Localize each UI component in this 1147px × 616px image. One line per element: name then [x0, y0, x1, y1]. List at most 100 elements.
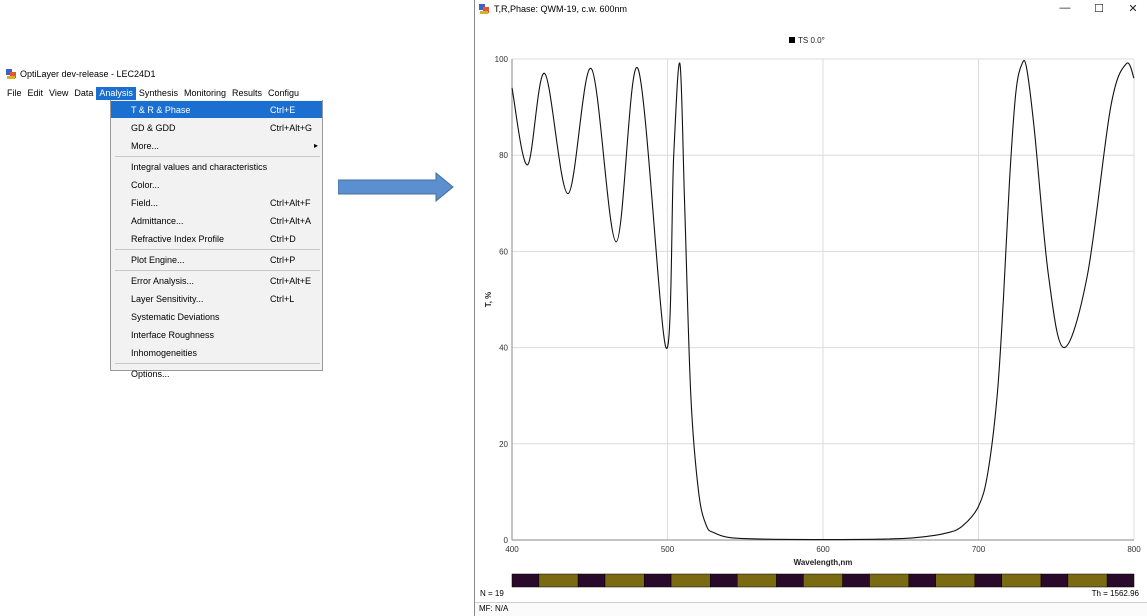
menu-separator	[115, 156, 320, 157]
menu-item-systematic-deviations[interactable]: Systematic Deviations	[111, 308, 322, 325]
x-tick-label: 500	[661, 545, 675, 554]
menu-item-label: Integral values and characteristics	[131, 161, 268, 172]
layer-low-index	[842, 573, 870, 588]
menu-item-inhomogeneities[interactable]: Inhomogeneities	[111, 344, 322, 361]
menu-file[interactable]: File	[4, 87, 25, 100]
merit-function-status: MF: N/A	[479, 604, 509, 613]
layer-low-index	[1106, 573, 1135, 588]
menu-item-label: Refractive Index Profile	[131, 233, 225, 244]
menu-edit[interactable]: Edit	[25, 87, 47, 100]
layer-high-index	[538, 573, 579, 588]
menu-item-label: T & R & Phase	[131, 104, 191, 115]
layer-low-index	[710, 573, 738, 588]
layer-count: N = 19	[480, 589, 504, 598]
menu-item-shortcut: Ctrl+Alt+F	[270, 197, 311, 208]
layer-low-index	[776, 573, 804, 588]
menu-item-shortcut: Ctrl+E	[270, 104, 296, 115]
layer-low-index	[974, 573, 1002, 588]
total-thickness: Th = 1562.96	[1091, 589, 1139, 598]
layer-low-index	[1040, 573, 1069, 588]
menu-item-gd-gdd[interactable]: GD & GDD Ctrl+Alt+G	[111, 119, 322, 136]
menu-item-label: Interface Roughness	[131, 329, 215, 340]
legend-swatch	[789, 37, 795, 43]
menu-separator	[115, 270, 320, 271]
analysis-menu: T & R & Phase Ctrl+E GD & GDD Ctrl+Alt+G Mor…	[110, 100, 323, 379]
plot-area: 400 500 600 700 800 0 20 40 60 80 100 Wavelength,nm…	[484, 36, 1141, 588]
menu-item-color[interactable]: Color...	[111, 176, 322, 193]
menu-item-refractive-index-profile[interactable]: Refractive Index Profile Ctrl+D	[111, 230, 322, 247]
y-tick-label: 60	[499, 247, 508, 256]
menu-item-label: Inhomogeneities	[131, 347, 198, 358]
layer-high-index	[1067, 573, 1108, 588]
status-bar: MF: N/A	[475, 602, 1147, 616]
menu-monitoring[interactable]: Monitoring	[181, 87, 229, 100]
menu-configu[interactable]: Configu	[265, 87, 302, 100]
plot-window-title: T,R,Phase: QWM-19, c.w. 600nm	[494, 4, 628, 14]
menu-item-shortcut: Ctrl+P	[270, 254, 296, 265]
menu-separator	[115, 363, 320, 364]
menu-analysis[interactable]: Analysis	[96, 87, 136, 100]
optilayer-logo-icon	[479, 4, 489, 14]
menu-item-shortcut: Ctrl+Alt+A	[270, 215, 312, 226]
menu-item-t-r-phase[interactable]: T & R & Phase Ctrl+E	[111, 101, 322, 118]
menu-item-label: More...	[131, 140, 160, 151]
window-controls: — ☐ ✕	[1059, 2, 1139, 15]
menu-item-integral-values-and-characteristics[interactable]: Integral values and characteristics	[111, 158, 322, 175]
menu-item-label: Color...	[131, 179, 160, 190]
menu-item-label: Error Analysis...	[131, 275, 195, 286]
y-tick-label: 0	[504, 536, 509, 545]
menu-view[interactable]: View	[46, 87, 71, 100]
menu-item-shortcut: Ctrl+Alt+E	[270, 275, 312, 286]
menu-item-label: Admittance...	[131, 215, 184, 226]
menu-synthesis[interactable]: Synthesis	[136, 87, 181, 100]
menu-item-label: Layer Sensitivity...	[131, 293, 204, 304]
menu-separator	[115, 249, 320, 250]
menu-data[interactable]: Data	[71, 87, 96, 100]
x-tick-label: 800	[1127, 545, 1141, 554]
close-icon[interactable]: ✕	[1127, 2, 1139, 15]
x-tick-label: 700	[972, 545, 986, 554]
layer-high-index	[670, 573, 711, 588]
app-title: OptiLayer dev-release - LEC24D1	[20, 69, 156, 79]
x-tick-label: 600	[816, 545, 830, 554]
menu-item-field[interactable]: Field... Ctrl+Alt+F	[111, 194, 322, 211]
menu-item-more[interactable]: More... ▸	[111, 137, 322, 154]
menu-item-shortcut: Ctrl+Alt+G	[270, 122, 313, 133]
y-axis-label: T, %	[484, 292, 493, 308]
x-axis-label: Wavelength,nm	[794, 558, 853, 567]
layer-high-index	[935, 573, 976, 588]
menu-item-options[interactable]: Options...	[111, 365, 322, 382]
layer-low-index	[577, 573, 606, 588]
layer-high-index	[604, 573, 645, 588]
maximize-icon[interactable]: ☐	[1093, 2, 1105, 15]
menu-item-error-analysis[interactable]: Error Analysis... Ctrl+Alt+E	[111, 272, 322, 289]
plot-window-titlebar: T,R,Phase: QWM-19, c.w. 600nm	[479, 4, 627, 14]
menu-item-plot-engine[interactable]: Plot Engine... Ctrl+P	[111, 251, 322, 268]
app-titlebar: OptiLayer dev-release - LEC24D1	[6, 68, 156, 80]
menu-item-admittance[interactable]: Admittance... Ctrl+Alt+A	[111, 212, 322, 229]
y-tick-label: 40	[499, 344, 508, 353]
legend-label: TS 0.0°	[798, 36, 825, 45]
menu-item-label: GD & GDD	[131, 122, 176, 133]
layer-high-index	[736, 573, 777, 588]
y-tick-label: 80	[499, 151, 508, 160]
minimize-icon[interactable]: —	[1059, 2, 1071, 15]
menu-item-label: Systematic Deviations	[131, 311, 220, 322]
layer-low-index	[511, 573, 540, 588]
submenu-arrow-icon: ▸	[313, 141, 318, 150]
menu-item-shortcut: Ctrl+L	[270, 293, 295, 304]
layer-high-index	[803, 573, 843, 588]
menu-results[interactable]: Results	[229, 87, 265, 100]
menu-item-interface-roughness[interactable]: Interface Roughness	[111, 326, 322, 343]
menu-item-shortcut: Ctrl+D	[270, 233, 296, 244]
menu-item-layer-sensitivity[interactable]: Layer Sensitivity... Ctrl+L	[111, 290, 322, 307]
optilayer-logo-icon	[6, 69, 16, 79]
menu-item-label: Field...	[131, 197, 159, 208]
layer-low-index	[644, 573, 672, 588]
x-tick-label: 400	[505, 545, 519, 554]
menubar: File Edit View Data Analysis Synthesis Monitor…	[4, 87, 324, 100]
menu-item-label: Plot Engine...	[131, 254, 185, 265]
plot-window: 400 500 600 700 800 0 20 40 60 80 100 Wavelength,nm…	[474, 0, 1147, 616]
layer-high-index	[1001, 573, 1042, 588]
y-tick-label: 20	[499, 440, 508, 449]
